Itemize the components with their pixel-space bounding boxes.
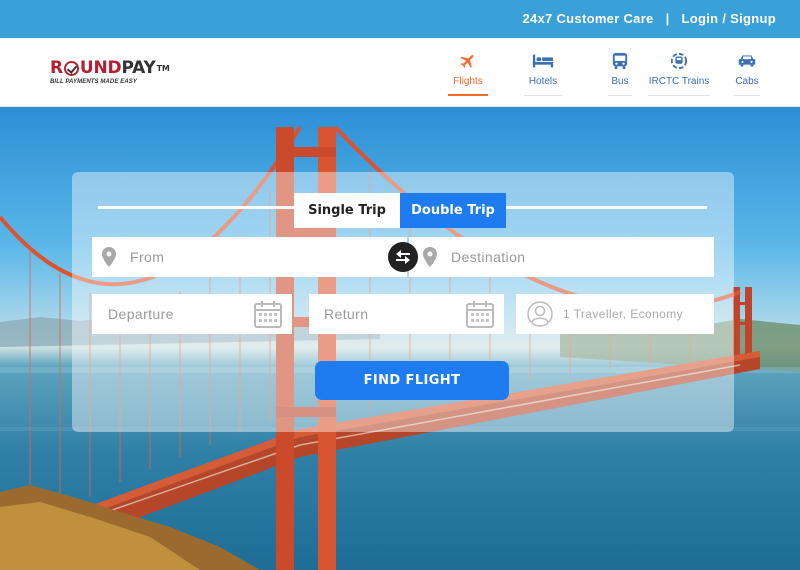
header: R UND PAY TM BILL PAYMENTS MADE EASY Fli… <box>0 38 800 107</box>
from-placeholder: From <box>130 249 165 265</box>
from-field[interactable]: From <box>92 237 407 277</box>
return-date-field[interactable]: Return <box>309 294 504 334</box>
nav-bus[interactable]: Bus <box>608 52 632 96</box>
roundpay-logo[interactable]: R UND PAY TM BILL PAYMENTS MADE EASY <box>50 58 170 85</box>
bed-icon <box>532 54 554 68</box>
nav-label-flights: Flights <box>453 76 483 87</box>
customer-care-link[interactable]: 24x7 Customer Care <box>522 11 653 26</box>
top-bar: 24x7 Customer Care | Login / Signup <box>0 0 800 38</box>
nav-label-irctc-trains: IRCTC Trains <box>648 76 710 87</box>
nav-underline <box>734 95 760 96</box>
logo-letters-und: UND <box>79 58 122 78</box>
top-links-separator: | <box>665 11 670 26</box>
calendar-icon <box>254 301 282 328</box>
nav-label-bus: Bus <box>611 76 629 87</box>
nav-underline <box>608 95 632 96</box>
flight-search-panel: Single Trip Double Trip From Destination… <box>72 172 734 432</box>
traveller-class-text: 1 Traveller, Economy <box>563 307 684 321</box>
swap-arrows-icon <box>396 250 410 264</box>
destination-placeholder: Destination <box>451 249 526 265</box>
destination-field[interactable]: Destination <box>409 237 714 277</box>
calendar-icon <box>466 301 494 328</box>
nav-irctc-trains[interactable]: IRCTC Trains <box>648 52 710 96</box>
find-flight-button[interactable]: FIND FLIGHT <box>315 361 509 400</box>
airplane-icon <box>460 55 474 68</box>
traveller-icon <box>527 301 553 327</box>
logo-letter-r: R <box>50 58 63 78</box>
traveller-class-field[interactable]: 1 Traveller, Economy <box>516 294 714 334</box>
swap-locations-button[interactable] <box>388 242 418 272</box>
nav-hotels[interactable]: Hotels <box>524 52 562 96</box>
logo-letters-pay: PAY <box>121 58 156 78</box>
nav-label-hotels: Hotels <box>528 76 558 87</box>
nav-flights[interactable]: Flights <box>448 52 488 96</box>
nav-underline <box>648 95 710 96</box>
top-links: 24x7 Customer Care | Login / Signup <box>522 11 776 26</box>
logo-check-icon <box>63 60 79 76</box>
car-icon <box>738 55 756 67</box>
departure-placeholder: Departure <box>108 306 174 322</box>
login-signup-link[interactable]: Login / Signup <box>682 11 776 26</box>
logo-wordmark: R UND PAY TM <box>50 58 170 78</box>
location-pin-icon <box>423 247 437 267</box>
return-placeholder: Return <box>324 306 369 322</box>
logo-tagline: BILL PAYMENTS MADE EASY <box>50 79 137 85</box>
bus-icon <box>612 53 628 69</box>
double-trip-tab[interactable]: Double Trip <box>400 193 506 228</box>
location-pin-icon <box>102 247 116 267</box>
hero-background: Single Trip Double Trip From Destination… <box>0 107 800 570</box>
nav-label-cabs: Cabs <box>735 76 759 87</box>
single-trip-tab[interactable]: Single Trip <box>294 193 400 228</box>
train-icon <box>670 52 688 70</box>
departure-date-field[interactable]: Departure <box>92 294 292 334</box>
service-nav: Flights Hotels Bus IRCTC Trains Cabs <box>440 52 760 96</box>
nav-underline <box>524 95 562 96</box>
logo-trademark: TM <box>156 63 170 73</box>
nav-cabs[interactable]: Cabs <box>734 52 760 96</box>
